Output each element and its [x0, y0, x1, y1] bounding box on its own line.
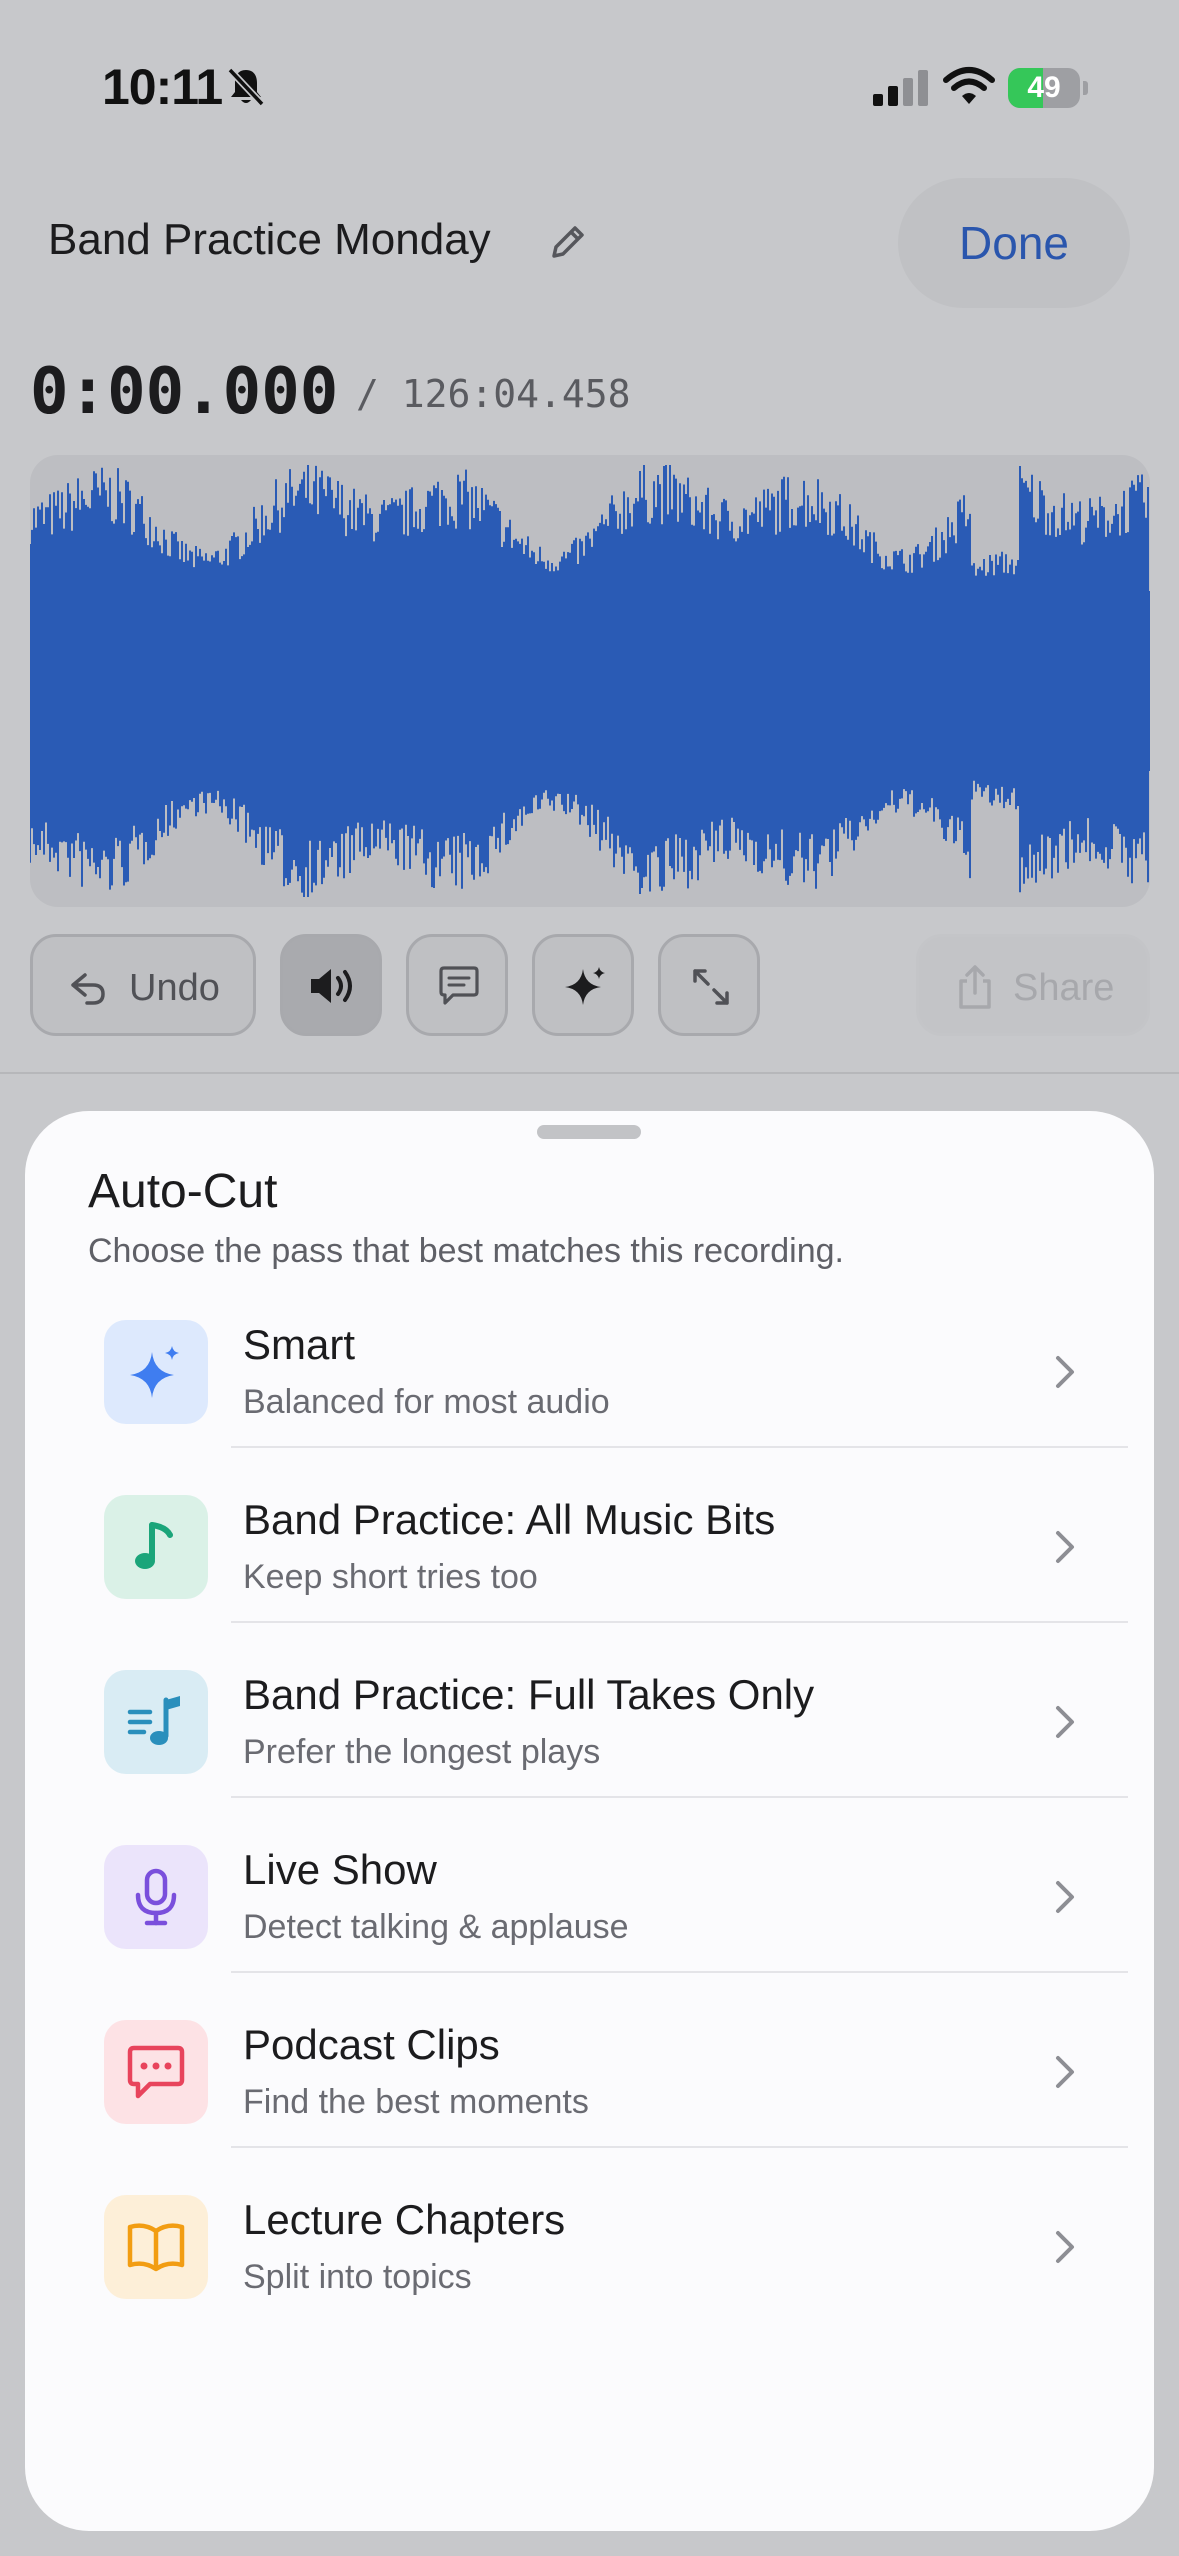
status-time: 10:11	[102, 59, 223, 115]
chat-bubble-icon	[127, 2045, 185, 2099]
option-title: Smart	[243, 1321, 356, 1368]
sheet-subtitle: Choose the pass that best matches this r…	[88, 1232, 844, 1270]
speaker-icon	[311, 969, 352, 1003]
option-podcast-clips[interactable]: Podcast Clips Find the best moments	[25, 1973, 1154, 2148]
option-band-practice-full-takes-only[interactable]: Band Practice: Full Takes Only Prefer th…	[25, 1623, 1154, 1798]
cellular-signal-icon	[873, 70, 928, 106]
option-subtitle: Prefer the longest plays	[243, 1733, 601, 1771]
option-icon-tile	[104, 1845, 208, 1949]
option-live-show[interactable]: Live Show Detect talking & applause	[25, 1798, 1154, 1973]
done-button[interactable]: Done	[898, 178, 1130, 308]
book-icon	[127, 2223, 185, 2272]
share-icon	[959, 965, 991, 1009]
microphone-icon	[135, 1868, 177, 1926]
chevron-right-icon	[1056, 1881, 1074, 1913]
music-list-icon	[127, 1696, 180, 1745]
option-icon-tile	[104, 2195, 208, 2299]
music-note-icon	[135, 1522, 173, 1569]
chevron-right-icon	[1056, 1531, 1074, 1563]
sheet-title: Auto-Cut	[88, 1165, 278, 1218]
comment-button[interactable]	[406, 934, 508, 1036]
chevron-right-icon	[1056, 1356, 1074, 1388]
ai-sparkle-button[interactable]	[532, 934, 634, 1036]
total-duration: / 126:04.458	[356, 372, 631, 416]
option-title: Lecture Chapters	[243, 2196, 566, 2243]
undo-button[interactable]: Undo	[30, 934, 256, 1036]
undo-label: Undo	[129, 967, 220, 1009]
waveform-core	[30, 591, 1150, 771]
current-time: 0:00.000	[30, 355, 339, 429]
option-icon-tile	[104, 2020, 208, 2124]
undo-arrow-icon	[71, 973, 105, 1005]
option-title: Podcast Clips	[243, 2021, 500, 2068]
option-band-practice-all-music-bits[interactable]: Band Practice: All Music Bits Keep short…	[25, 1448, 1154, 1623]
option-subtitle: Find the best moments	[243, 2083, 589, 2121]
option-lecture-chapters[interactable]: Lecture Chapters Split into topics	[25, 2148, 1154, 2323]
option-subtitle: Keep short tries too	[243, 1558, 538, 1596]
sheet-grabber-handle[interactable]	[537, 1125, 641, 1139]
option-icon-tile	[104, 1495, 208, 1599]
chevron-right-icon	[1056, 2231, 1074, 2263]
expand-arrows-icon	[693, 969, 729, 1005]
option-subtitle: Detect talking & applause	[243, 1908, 629, 1946]
pencil-icon[interactable]	[546, 220, 590, 264]
option-title: Band Practice: Full Takes Only	[243, 1671, 815, 1718]
chevron-right-icon	[1056, 2056, 1074, 2088]
divider	[0, 1072, 1179, 1074]
battery-percent: 49	[1027, 71, 1061, 104]
option-subtitle: Balanced for most audio	[243, 1383, 610, 1421]
auto-cut-sheet: Auto-Cut Choose the pass that best match…	[25, 1111, 1154, 2531]
option-title: Live Show	[243, 1846, 437, 1893]
option-smart[interactable]: Smart Balanced for most audio	[25, 1273, 1154, 1448]
wifi-icon	[943, 67, 995, 104]
sparkles-icon	[565, 967, 605, 1005]
comment-icon	[439, 966, 479, 1005]
option-icon-tile	[104, 1670, 208, 1774]
option-subtitle: Split into topics	[243, 2258, 472, 2296]
option-title: Band Practice: All Music Bits	[243, 1496, 776, 1543]
share-button[interactable]: Share	[916, 934, 1150, 1036]
option-icon-tile	[104, 1320, 208, 1424]
chevron-right-icon	[1056, 1706, 1074, 1738]
share-label: Share	[1013, 967, 1115, 1009]
waveform-graphic	[30, 465, 1150, 897]
status-bar: 10:11 49	[0, 0, 1179, 170]
speaker-toggle-button[interactable]	[280, 934, 382, 1036]
battery-indicator: 49	[1008, 68, 1088, 108]
sparkles-icon	[130, 1346, 179, 1398]
recording-title[interactable]: Band Practice Monday	[48, 215, 491, 265]
expand-button[interactable]	[658, 934, 760, 1036]
bell-muted-icon	[227, 67, 265, 107]
waveform-view[interactable]	[30, 455, 1150, 907]
